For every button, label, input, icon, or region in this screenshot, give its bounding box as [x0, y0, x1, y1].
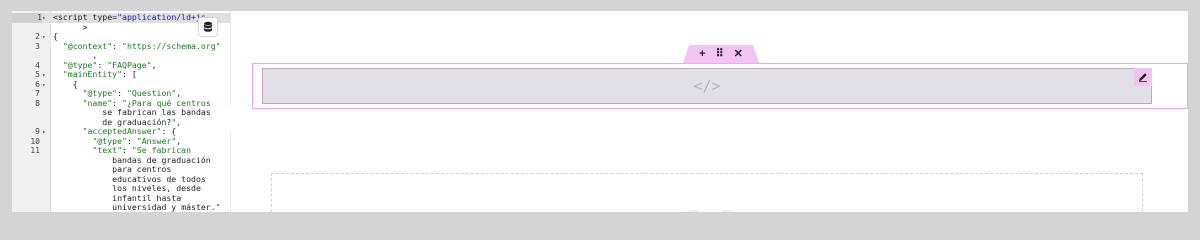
line-number: 7 — [35, 89, 40, 98]
line-number: 8 — [35, 98, 40, 108]
code-text: universidad y máster." — [53, 202, 221, 212]
code-text: > — [53, 21, 88, 32]
line-number: 1 — [12, 13, 42, 23]
line-number: 5 — [35, 70, 40, 79]
pencil-icon — [1139, 73, 1147, 82]
line-number: 11 — [30, 146, 40, 155]
line-number: 6 — [35, 79, 40, 89]
database-button[interactable] — [198, 17, 218, 37]
add-icon[interactable]: + — [699, 45, 705, 63]
code-lines[interactable]: 1 ▾ <script type="application/ld+js >2 ▾{3 … — [12, 12, 230, 212]
html-code-block[interactable]: </> — [262, 68, 1152, 104]
code-editor[interactable]: 1 ▾ <script type="application/ld+js >2 ▾{3 … — [12, 11, 231, 212]
block-toolbar: + ⠿ ✕ — [683, 45, 759, 63]
line-number: 3 — [35, 41, 40, 51]
line-number: 10 — [30, 136, 40, 146]
code-line[interactable]: 3 "@context": "https://schema.org" — [12, 41, 230, 52]
code-icon: </> — [693, 77, 721, 95]
line-number: 9 — [35, 127, 40, 136]
placeholder-graphic — [686, 210, 734, 212]
close-icon[interactable]: ✕ — [734, 45, 743, 63]
page-canvas: + ⠿ ✕ </> — [231, 11, 1188, 212]
line-number: 2 — [35, 32, 40, 41]
code-line[interactable]: universidad y máster." — [12, 202, 230, 212]
database-icon — [204, 21, 212, 32]
drag-handle-icon[interactable]: ⠿ — [716, 45, 724, 63]
line-number: 4 — [35, 60, 40, 70]
edit-button[interactable] — [1134, 68, 1152, 86]
app-frame: 1 ▾ <script type="application/ld+js >2 ▾{3 … — [12, 11, 1188, 212]
code-line[interactable]: 5 ▾ "mainEntity": [ — [12, 69, 230, 80]
